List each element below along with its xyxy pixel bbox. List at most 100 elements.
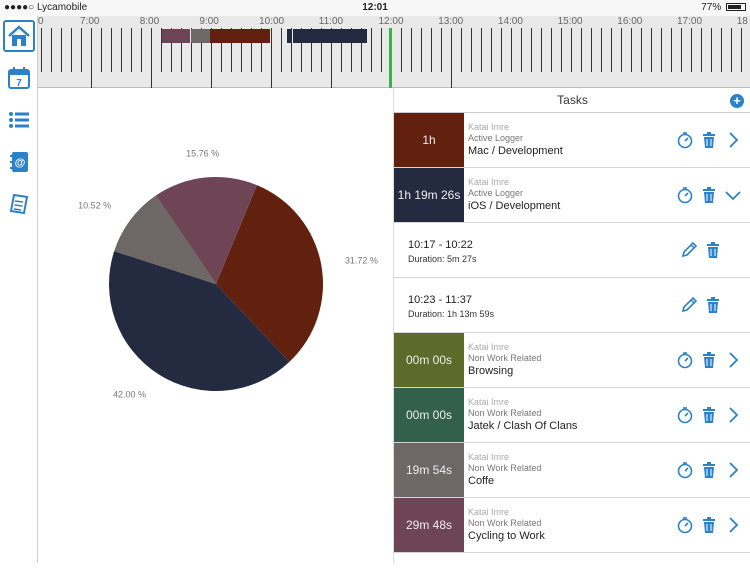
task-row[interactable]: 00m 00s Katai Imre Non Work Related Jate… [394, 388, 750, 443]
chevron-right-icon[interactable] [724, 461, 742, 479]
time-entry-row[interactable]: 10:23 - 11:37 Duration: 1h 13m 59s [394, 278, 750, 333]
task-meta: Katai Imre Non Work Related Coffe [468, 452, 541, 487]
task-meta: Katai Imre Non Work Related Cycling to W… [468, 507, 545, 542]
sidebar-item-calendar[interactable]: 7 [3, 62, 35, 94]
sidebar-item-contacts[interactable]: @ [3, 146, 35, 178]
timeline-block[interactable] [210, 29, 271, 43]
task-name: iOS / Development [468, 200, 561, 212]
task-duration: 00m 00s [405, 408, 453, 422]
trash-icon[interactable] [700, 351, 718, 369]
trash-icon[interactable] [700, 516, 718, 534]
timeline-tick [591, 28, 592, 72]
sidebar-item-list[interactable] [3, 104, 35, 136]
task-row[interactable]: 00m 00s Katai Imre Non Work Related Brow… [394, 333, 750, 388]
timeline-tick [661, 28, 662, 72]
timer-icon[interactable] [676, 516, 694, 534]
time-entry-actions [680, 296, 722, 314]
timeline-tick [41, 28, 42, 72]
timeline-block[interactable] [287, 29, 292, 43]
timeline-hour-label: 8:00 [139, 16, 160, 27]
task-name: Jatek / Clash Of Clans [468, 420, 578, 432]
timeline-tick [401, 28, 402, 72]
timeline-hour-label: 9:00 [199, 16, 219, 27]
task-name: Cycling to Work [468, 530, 545, 542]
time-entry-row[interactable]: 10:17 - 10:22 Duration: 5m 27s [394, 223, 750, 278]
pencil-icon[interactable] [680, 296, 698, 314]
timeline-tick [741, 28, 742, 72]
pie-chart: 31.72 % 42.00 % 10.52 % 15.76 % [78, 149, 378, 400]
timeline-block[interactable] [292, 29, 367, 43]
timer-icon[interactable] [676, 406, 694, 424]
pie-slice-label: 31.72 % [345, 255, 378, 265]
pie-slice-label: 42.00 % [113, 390, 146, 400]
chevron-right-icon[interactable] [724, 516, 742, 534]
task-row[interactable]: 1h 19m 26s Katai Imre Active Logger iOS … [394, 168, 750, 223]
chevron-right-icon[interactable] [724, 351, 742, 369]
tasks-panel: Tasks + 1h Katai Imre Active Logger Mac … [393, 88, 750, 563]
chevron-right-icon[interactable] [724, 131, 742, 149]
timeline-tick [511, 28, 512, 72]
task-category: Non Work Related [468, 408, 542, 418]
timeline-tick [561, 28, 562, 72]
task-name: Mac / Development [468, 145, 563, 157]
add-task-button[interactable]: + [730, 94, 744, 108]
timeline-tick [371, 28, 372, 72]
timeline[interactable]: 0 7:00 8:00 9:00 10:00 11:00 12:00 13:00 14:00 15… [38, 16, 750, 88]
timeline-tick [611, 28, 612, 72]
task-actions [676, 406, 742, 424]
trash-icon[interactable] [704, 296, 722, 314]
timeline-tick [141, 28, 142, 72]
timeline-block[interactable] [190, 29, 211, 43]
timeline-hour-label: 15:00 [557, 16, 583, 27]
timer-icon[interactable] [676, 131, 694, 149]
task-duration-badge: 1h 19m 26s [394, 168, 464, 222]
timeline-tick [421, 28, 422, 72]
calendar-day: 7 [16, 78, 22, 89]
task-meta: Katai Imre Active Logger iOS / Developme… [468, 177, 560, 212]
trash-icon[interactable] [704, 241, 722, 259]
list-icon [9, 112, 29, 128]
timeline-tick [451, 28, 452, 88]
home-icon [8, 25, 30, 46]
trash-icon[interactable] [700, 461, 718, 479]
timeline-tick [491, 28, 492, 72]
trash-icon[interactable] [700, 131, 718, 149]
timeline-hour-label: 12:00 [378, 16, 404, 27]
timeline-tick [411, 28, 412, 72]
trash-icon[interactable] [700, 186, 718, 204]
task-user: Katai Imre [468, 177, 510, 187]
timeline-tick [731, 28, 732, 72]
timeline-hour-label: 17:00 [677, 16, 703, 27]
task-user: Katai Imre [468, 342, 510, 352]
trash-icon[interactable] [700, 406, 718, 424]
battery-percent: 77% [701, 2, 722, 13]
timeline-tick [681, 28, 682, 72]
task-user: Katai Imre [468, 122, 510, 132]
task-user: Katai Imre [468, 452, 510, 462]
chevron-down-icon[interactable] [724, 186, 742, 204]
timer-icon[interactable] [676, 461, 694, 479]
timeline-tick [131, 28, 132, 72]
task-row[interactable]: 29m 48s Katai Imre Non Work Related Cycl… [394, 498, 750, 553]
svg-text:@: @ [15, 157, 26, 169]
time-entry-detail: 10:17 - 10:22 Duration: 5m 27s [408, 239, 477, 264]
timeline-tick [461, 28, 462, 72]
timeline-tick [481, 28, 482, 72]
timeline-now-marker [389, 28, 393, 88]
sidebar-item-home[interactable] [3, 20, 35, 52]
timeline-tick [81, 28, 82, 72]
task-row[interactable]: 1h Katai Imre Active Logger Mac / Develo… [394, 113, 750, 168]
timer-icon[interactable] [676, 186, 694, 204]
pencil-icon[interactable] [680, 241, 698, 259]
time-entry-duration: Duration: 1h 13m 59s [408, 309, 495, 319]
timeline-tick [551, 28, 552, 72]
task-user: Katai Imre [468, 397, 510, 407]
timer-icon[interactable] [676, 351, 694, 369]
timeline-block[interactable] [161, 29, 191, 43]
chevron-right-icon[interactable] [724, 406, 742, 424]
task-actions [676, 461, 742, 479]
timeline-tick [61, 28, 62, 72]
battery-indicator: 77% [701, 2, 746, 13]
task-row[interactable]: 19m 54s Katai Imre Non Work Related Coff… [394, 443, 750, 498]
sidebar-item-report[interactable] [3, 188, 35, 220]
